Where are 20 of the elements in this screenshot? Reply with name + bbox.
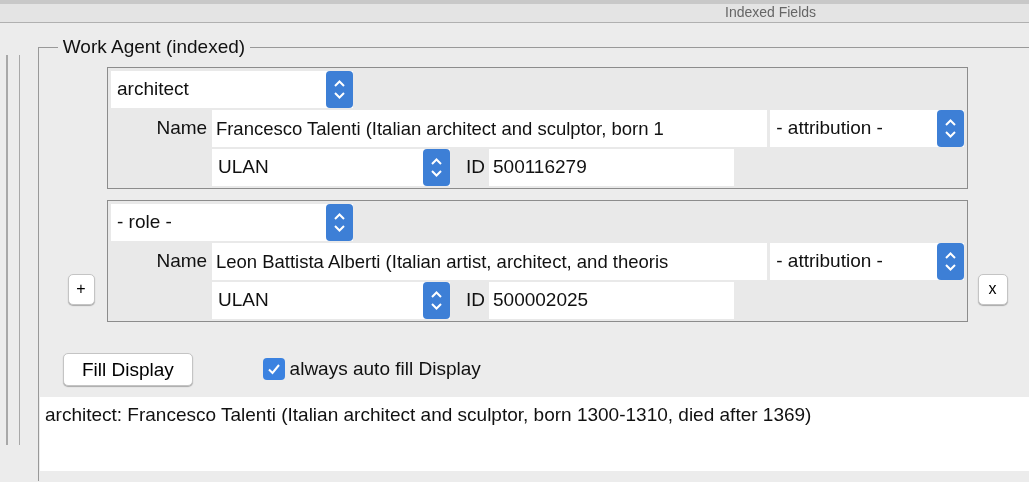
remove-button[interactable]: x — [977, 273, 1008, 305]
fill-display-button[interactable]: Fill Display — [63, 352, 193, 386]
display-text-area[interactable]: architect: Francesco Talenti (Italian architect and sculptor, born 1300-1310, died after 1369) — [40, 396, 1029, 471]
field-label: ID — [466, 155, 485, 180]
id-field[interactable]: 500002025 — [489, 282, 734, 319]
check-icon — [266, 362, 281, 376]
name-field[interactable]: Francesco Talenti (Italian architect and sculptor, born 1 — [211, 110, 768, 147]
id-field[interactable]: 500116279 — [489, 149, 734, 186]
section-legend: Work Agent (indexed) — [58, 32, 250, 62]
field-label: Name — [155, 249, 209, 274]
role-select[interactable]: - role - — [117, 208, 172, 237]
field-label: ID — [466, 288, 485, 313]
add-button[interactable]: + — [67, 273, 95, 305]
vocabulary-select[interactable]: ULAN — [218, 153, 269, 182]
panel-title: Indexed Fields — [725, 4, 817, 20]
checkbox[interactable] — [262, 358, 285, 380]
field-label: Name — [155, 116, 209, 141]
vocabulary-select[interactable]: ULAN — [218, 286, 269, 315]
checkbox-label: always auto fill Display — [289, 356, 481, 381]
name-field[interactable]: Leon Battista Alberti (Italian artist, architect, and theoris — [211, 243, 768, 280]
